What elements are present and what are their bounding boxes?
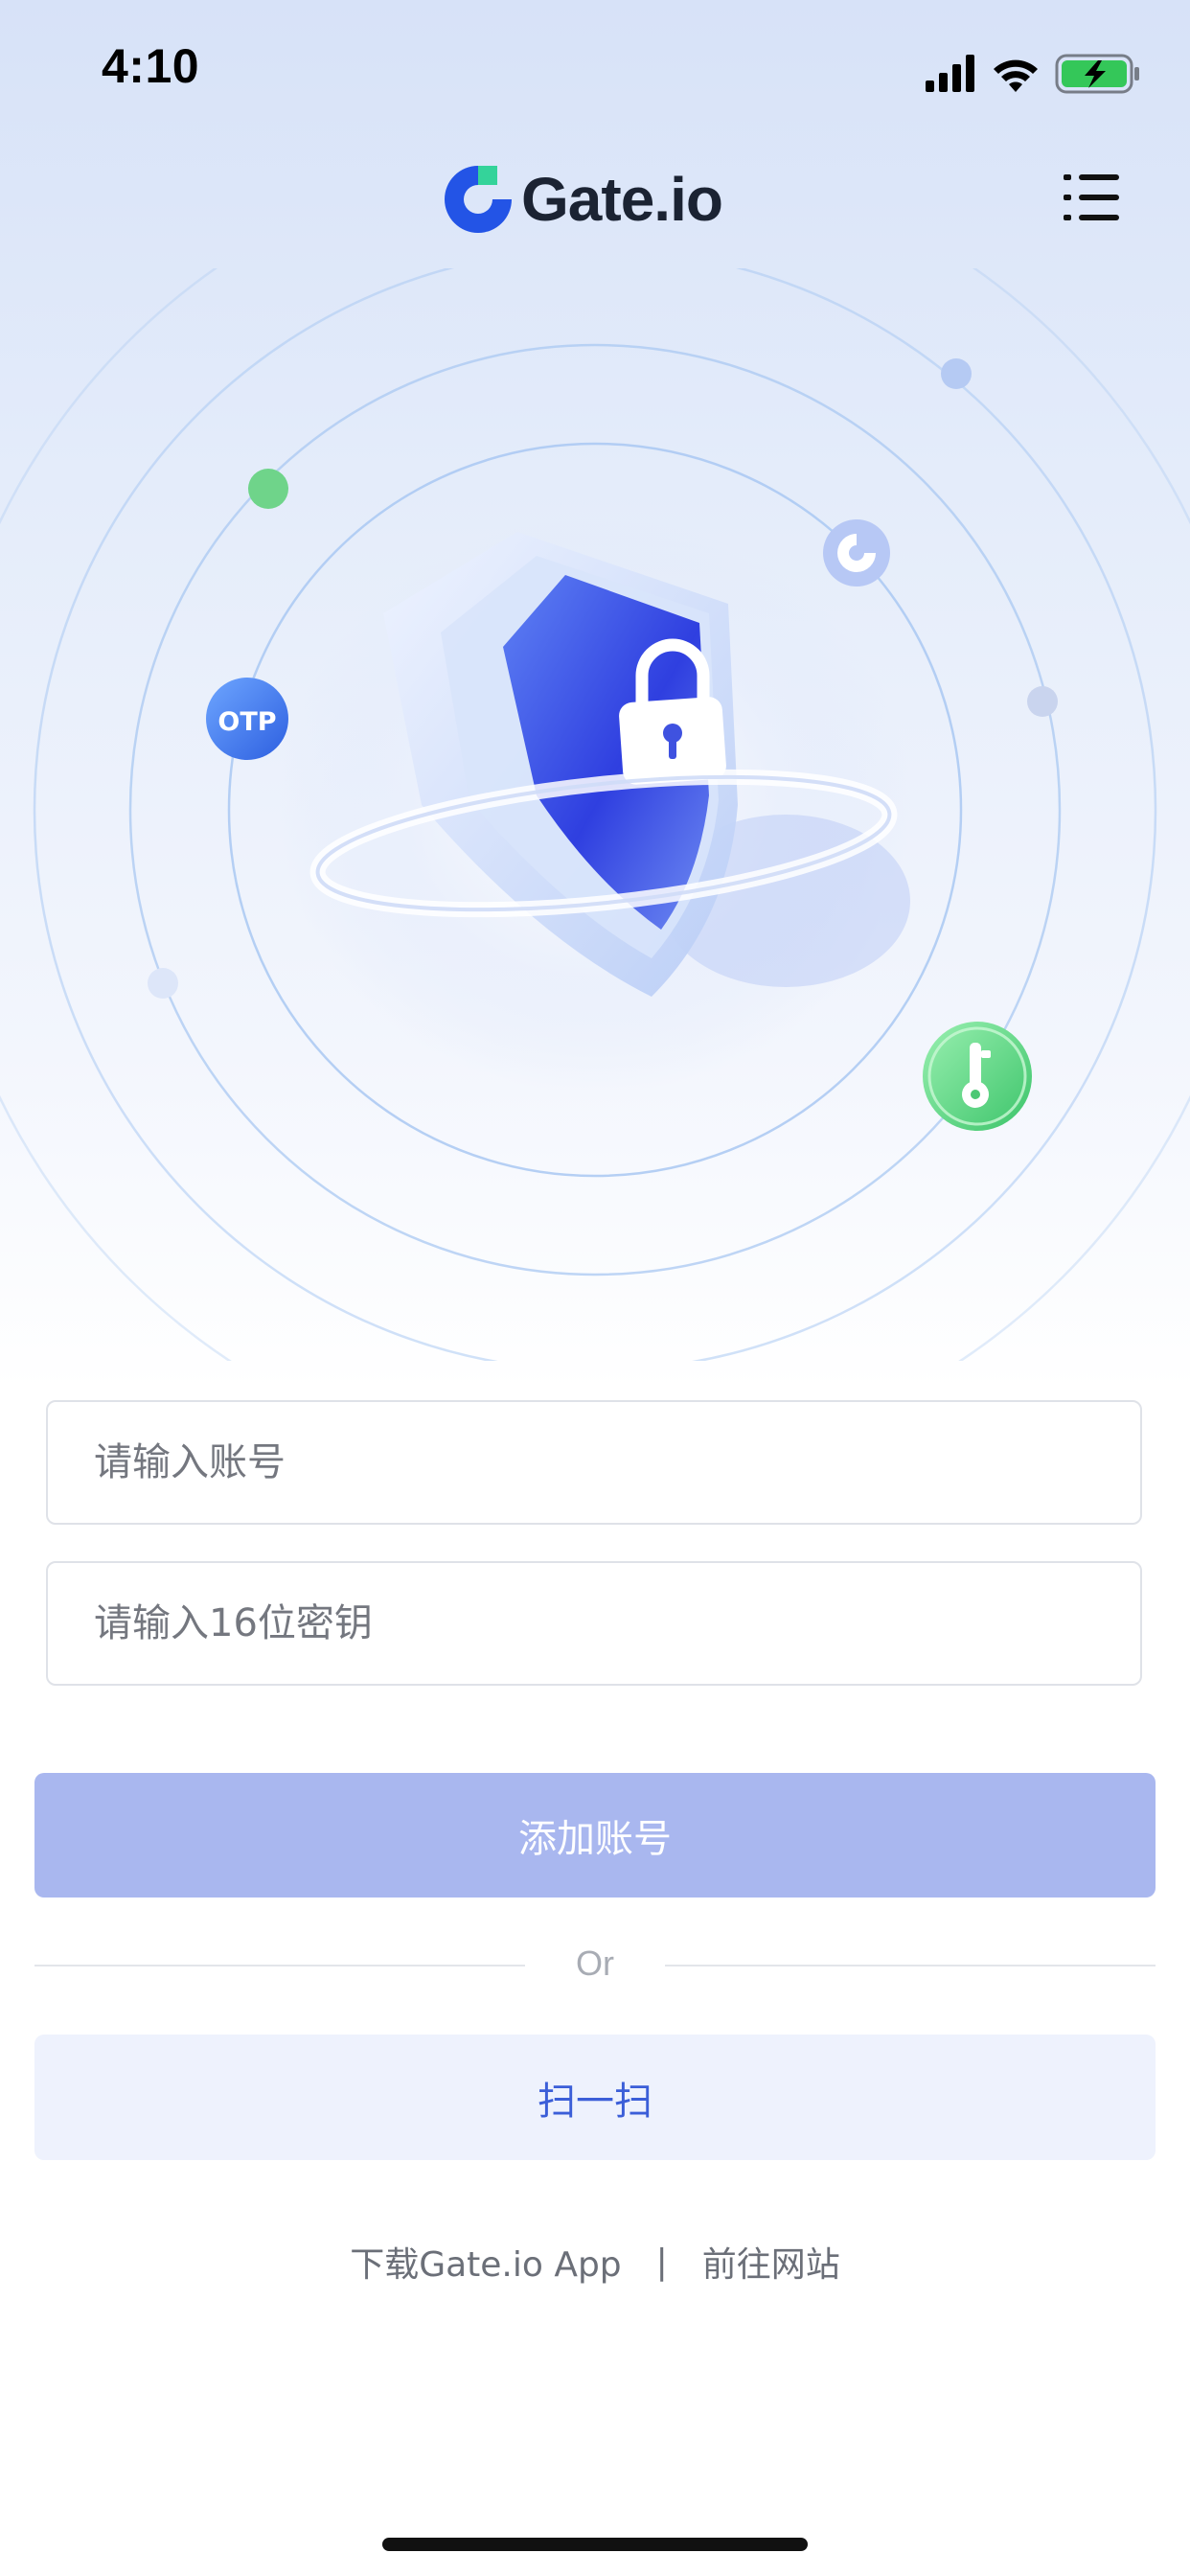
status-time: 4:10 — [102, 39, 200, 93]
header: Gate.io — [0, 144, 1190, 259]
status-icons — [926, 54, 1139, 94]
status-bar: 4:10 — [0, 0, 1190, 144]
menu-list-icon[interactable] — [1064, 172, 1119, 222]
gate-logo-icon — [445, 166, 512, 233]
gate-logo: Gate.io — [441, 161, 723, 238]
wifi-icon — [994, 59, 1038, 92]
add-account-button[interactable]: 添加账号 — [34, 1773, 1156, 1898]
orbit-dot-icon — [1027, 686, 1058, 717]
secret-key-input[interactable] — [46, 1561, 1142, 1686]
orbit-dot-icon — [941, 358, 972, 389]
gate-badge-icon — [823, 519, 890, 586]
download-app-link[interactable]: 下载Gate.io App — [350, 2237, 621, 2287]
footer-separator: | — [655, 2242, 668, 2282]
key-badge-icon — [923, 1022, 1032, 1131]
home-indicator[interactable] — [382, 2538, 808, 2551]
otp-badge-icon: OTP — [206, 678, 288, 760]
security-illustration: OTP — [0, 268, 1190, 1361]
battery-charging-icon — [1055, 54, 1139, 94]
gate-logo-text: Gate.io — [521, 165, 723, 234]
divider-right — [665, 1965, 1156, 1966]
or-label: Or — [576, 1944, 614, 1983]
orbit-dot-icon — [148, 968, 178, 999]
account-input[interactable] — [46, 1400, 1142, 1525]
divider-left — [34, 1965, 525, 1966]
scan-button[interactable]: 扫一扫 — [34, 2035, 1156, 2160]
green-dot-icon — [248, 469, 288, 509]
signal-icon — [926, 55, 974, 92]
website-link[interactable]: 前往网站 — [702, 2237, 840, 2287]
otp-badge-label: OTP — [217, 707, 276, 737]
footer-links: 下载Gate.io App | 前往网站 — [0, 2233, 1190, 2290]
